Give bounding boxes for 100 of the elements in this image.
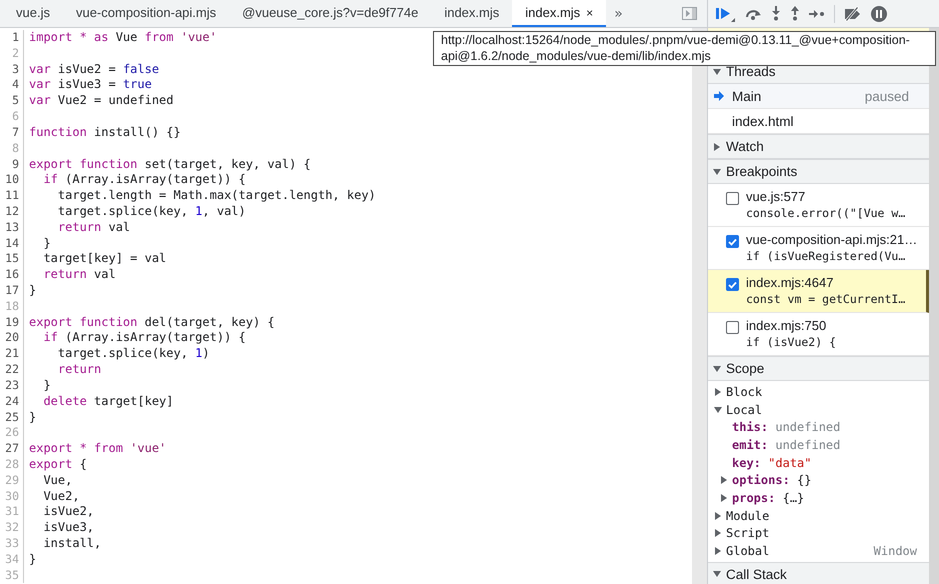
line-number: 22 <box>0 362 24 378</box>
line-number: 14 <box>0 236 24 252</box>
scope-name: Global <box>726 544 770 558</box>
line-number: 26 <box>0 425 24 442</box>
line-number: 10 <box>0 172 24 188</box>
close-icon[interactable]: × <box>586 6 594 20</box>
code-line: import * as Vue from 'vue' <box>28 30 217 46</box>
code-line: } <box>42 236 51 252</box>
code-line: export { <box>28 456 87 473</box>
line-number: 11 <box>0 188 24 204</box>
line-number: 3 <box>0 62 24 78</box>
scope-property: this: undefined <box>732 420 840 434</box>
thread-status: paused <box>864 88 910 104</box>
scope-property: props: {…} <box>732 490 804 505</box>
code-line: delete target[key] <box>42 394 174 410</box>
code-line: function install() {} <box>28 124 181 141</box>
scope-name: Local <box>726 402 762 417</box>
code-line: if (Array.isArray(target)) { <box>42 172 246 188</box>
code-line: Vue2, <box>42 488 80 504</box>
file-tab[interactable]: vue.js <box>0 0 63 27</box>
section-header[interactable]: Call Stack <box>708 562 929 584</box>
code-line: } <box>42 378 51 394</box>
breakpoint-location: index.mjs:4647 <box>746 275 834 290</box>
line-number: 16 <box>0 267 24 283</box>
code-line: var Vue2 = undefined <box>28 93 174 110</box>
line-number: 8 <box>0 140 24 156</box>
scope-property: options: {} <box>732 473 812 488</box>
code-line: } <box>28 552 36 568</box>
scope-name: Script <box>726 526 770 540</box>
line-number: 17 <box>0 283 24 299</box>
code-line: export function set(target, key, val) { <box>28 156 311 172</box>
line-number: 20 <box>0 330 24 346</box>
breakpoint-item[interactable]: index.mjs:4647 const vm = getCurrentI… <box>708 270 929 313</box>
code-line: install, <box>42 536 102 552</box>
breakpoint-code: if (isVue2) { <box>746 335 836 349</box>
line-number: 25 <box>0 410 24 426</box>
line-number: 18 <box>0 298 24 315</box>
scope-property: emit: undefined <box>732 438 840 452</box>
code-line: return val <box>42 267 116 283</box>
section-title: Scope <box>726 361 764 376</box>
scope-name: Module <box>726 508 770 523</box>
code-line: } <box>28 410 36 426</box>
code-line: target.length = Math.max(target.length, key) <box>56 188 376 204</box>
file-tab[interactable]: vue-composition-api.mjs <box>62 0 230 27</box>
line-number: 19 <box>0 314 24 330</box>
line-number: 32 <box>0 520 24 536</box>
line-number: 5 <box>0 93 24 110</box>
url-tooltip: http://localhost:15264/node_modules/.pnpm/vue-demi@0.13.11_@vue+composition-api@1.6.2/node_modules/vue-demi/lib/index.mjs <box>433 31 936 66</box>
more-tabs-icon[interactable]: » <box>606 0 631 27</box>
breakpoint-code: console.error(("[Vue w… <box>746 206 906 220</box>
line-number: 2 <box>0 46 24 62</box>
code-line: } <box>28 283 36 299</box>
section-title: Breakpoints <box>726 164 798 179</box>
line-number: 9 <box>0 156 24 172</box>
section-title: Threads <box>726 64 776 79</box>
line-number: 34 <box>0 552 24 568</box>
breakpoint-code: if (isVueRegistered(Vu… <box>746 249 906 263</box>
section-header[interactable]: Breakpoints <box>708 159 929 184</box>
line-number: 6 <box>0 109 24 125</box>
section-title: Call Stack <box>726 566 787 582</box>
code-line: target.splice(key, 1) <box>56 346 210 362</box>
thread-row[interactable]: Main paused <box>708 84 929 109</box>
scope-property: key: "data" <box>732 456 812 470</box>
line-number: 7 <box>0 124 24 141</box>
line-number: 35 <box>0 568 24 584</box>
breakpoint-location: vue.js:577 <box>746 189 806 204</box>
file-tab[interactable]: index.mjs <box>431 0 512 27</box>
line-number: 31 <box>0 504 24 520</box>
scope-value: Window <box>874 544 918 558</box>
code-line: isVue2, <box>42 504 94 520</box>
code-line: export function del(target, key) { <box>28 314 275 330</box>
section-title: Watch <box>726 139 764 154</box>
code-line: Vue, <box>42 472 72 489</box>
line-number: 23 <box>0 378 24 394</box>
line-number: 24 <box>0 394 24 410</box>
line-number: 30 <box>0 488 24 504</box>
code-line: isVue3, <box>42 520 94 536</box>
code-line: var isVue3 = true <box>28 77 152 94</box>
breakpoint-location: vue-composition-api.mjs:21… <box>746 232 918 247</box>
code-line: target[key] = val <box>42 251 166 268</box>
breakpoint-code: const vm = getCurrentI… <box>746 292 906 306</box>
file-tab[interactable]: @vueuse_core.js?v=de9f774e <box>229 0 432 27</box>
scope-name: Block <box>726 384 762 399</box>
line-number: 28 <box>0 456 24 473</box>
line-number: 29 <box>0 472 24 489</box>
line-number: 12 <box>0 204 24 220</box>
section-header[interactable]: Watch <box>708 134 929 159</box>
line-number: 27 <box>0 441 24 457</box>
line-number: 33 <box>0 536 24 552</box>
file-tab[interactable]: index.mjs × <box>512 0 606 27</box>
code-line: return <box>56 362 102 378</box>
code-line: if (Array.isArray(target)) { <box>42 330 246 346</box>
code-line: return val <box>56 220 130 236</box>
line-number: 4 <box>0 77 24 94</box>
code-line: export * from 'vue' <box>28 441 166 457</box>
line-number: 21 <box>0 346 24 362</box>
breakpoint-location: index.mjs:750 <box>746 318 828 333</box>
line-number: 1 <box>0 30 24 46</box>
line-number: 13 <box>0 220 24 236</box>
section-header[interactable]: Scope <box>708 356 929 381</box>
